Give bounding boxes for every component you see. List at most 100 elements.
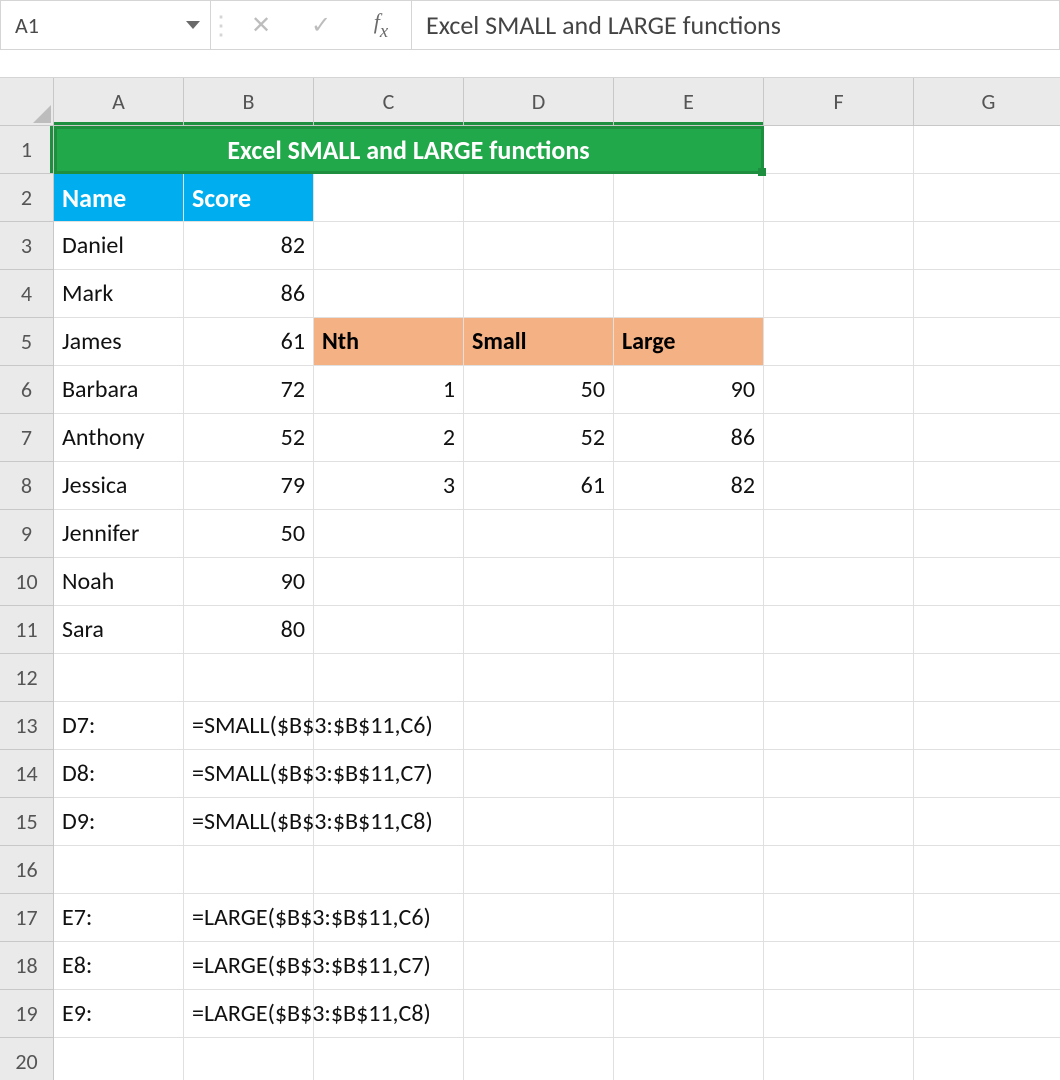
cell-F17[interactable] (764, 894, 914, 942)
cell-G8[interactable] (914, 462, 1060, 510)
cell-E16[interactable] (614, 846, 764, 894)
cell-F4[interactable] (764, 270, 914, 318)
row-header-13[interactable]: 13 (0, 702, 54, 750)
cell-D18[interactable] (464, 942, 614, 990)
cell-D4[interactable] (464, 270, 614, 318)
cell-F16[interactable] (764, 846, 914, 894)
col-header-E[interactable]: E (614, 78, 764, 126)
cell-A19[interactable]: E9: (54, 990, 184, 1038)
cell-B3[interactable]: 82 (184, 222, 314, 270)
cell-B13[interactable]: =SMALL($B$3:$B$11,C6) (184, 702, 314, 750)
cell-B15[interactable]: =SMALL($B$3:$B$11,C8) (184, 798, 314, 846)
row-header-6[interactable]: 6 (0, 366, 54, 414)
cell-E3[interactable] (614, 222, 764, 270)
cell-F15[interactable] (764, 798, 914, 846)
cell-C4[interactable] (314, 270, 464, 318)
cell-D16[interactable] (464, 846, 614, 894)
col-header-C[interactable]: C (314, 78, 464, 126)
cell-B16[interactable] (184, 846, 314, 894)
cell-D7[interactable]: 52 (464, 414, 614, 462)
row-header-18[interactable]: 18 (0, 942, 54, 990)
header-small[interactable]: Small (464, 318, 614, 366)
cell-G14[interactable] (914, 750, 1060, 798)
cell-G6[interactable] (914, 366, 1060, 414)
cell-F1[interactable] (764, 126, 914, 174)
cell-E15[interactable] (614, 798, 764, 846)
cell-E14[interactable] (614, 750, 764, 798)
row-header-2[interactable]: 2 (0, 174, 54, 222)
cell-A18[interactable]: E8: (54, 942, 184, 990)
cell-B9[interactable]: 50 (184, 510, 314, 558)
col-header-G[interactable]: G (914, 78, 1060, 126)
spreadsheet-grid[interactable]: A B C D E F G 1 Excel SMALL and LARGE fu… (0, 78, 1060, 1080)
cell-E9[interactable] (614, 510, 764, 558)
cell-C20[interactable] (314, 1038, 464, 1080)
cell-E4[interactable] (614, 270, 764, 318)
cell-F10[interactable] (764, 558, 914, 606)
cell-B12[interactable] (184, 654, 314, 702)
row-header-4[interactable]: 4 (0, 270, 54, 318)
cell-D6[interactable]: 50 (464, 366, 614, 414)
cell-G20[interactable] (914, 1038, 1060, 1080)
cell-F5[interactable] (764, 318, 914, 366)
cell-G3[interactable] (914, 222, 1060, 270)
cell-G17[interactable] (914, 894, 1060, 942)
col-header-B[interactable]: B (184, 78, 314, 126)
cell-C9[interactable] (314, 510, 464, 558)
cell-D13[interactable] (464, 702, 614, 750)
cell-D9[interactable] (464, 510, 614, 558)
cell-A20[interactable] (54, 1038, 184, 1080)
cell-D14[interactable] (464, 750, 614, 798)
cell-E20[interactable] (614, 1038, 764, 1080)
cell-C3[interactable] (314, 222, 464, 270)
cell-C6[interactable]: 1 (314, 366, 464, 414)
header-large[interactable]: Large (614, 318, 764, 366)
row-header-3[interactable]: 3 (0, 222, 54, 270)
cell-C7[interactable]: 2 (314, 414, 464, 462)
col-header-A[interactable]: A (54, 78, 184, 126)
cell-B6[interactable]: 72 (184, 366, 314, 414)
cell-A16[interactable] (54, 846, 184, 894)
cell-A3[interactable]: Daniel (54, 222, 184, 270)
cell-G5[interactable] (914, 318, 1060, 366)
row-header-12[interactable]: 12 (0, 654, 54, 702)
cell-F13[interactable] (764, 702, 914, 750)
cell-A11[interactable]: Sara (54, 606, 184, 654)
cell-F6[interactable] (764, 366, 914, 414)
cell-G15[interactable] (914, 798, 1060, 846)
formula-input[interactable]: Excel SMALL and LARGE functions (412, 1, 1059, 49)
cell-F14[interactable] (764, 750, 914, 798)
cell-G4[interactable] (914, 270, 1060, 318)
cell-A6[interactable]: Barbara (54, 366, 184, 414)
cell-C11[interactable] (314, 606, 464, 654)
cell-A12[interactable] (54, 654, 184, 702)
cell-A8[interactable]: Jessica (54, 462, 184, 510)
cell-D2[interactable] (464, 174, 614, 222)
cell-F9[interactable] (764, 510, 914, 558)
cell-E8[interactable]: 82 (614, 462, 764, 510)
cell-E2[interactable] (614, 174, 764, 222)
row-header-9[interactable]: 9 (0, 510, 54, 558)
cell-A5[interactable]: James (54, 318, 184, 366)
col-header-F[interactable]: F (764, 78, 914, 126)
row-header-8[interactable]: 8 (0, 462, 54, 510)
row-header-11[interactable]: 11 (0, 606, 54, 654)
select-all-corner[interactable] (0, 78, 54, 126)
cell-D3[interactable] (464, 222, 614, 270)
cell-G12[interactable] (914, 654, 1060, 702)
cell-B19[interactable]: =LARGE($B$3:$B$11,C8) (184, 990, 314, 1038)
cell-F8[interactable] (764, 462, 914, 510)
cell-B10[interactable]: 90 (184, 558, 314, 606)
cell-F18[interactable] (764, 942, 914, 990)
cell-E7[interactable]: 86 (614, 414, 764, 462)
cell-C8[interactable]: 3 (314, 462, 464, 510)
cell-E10[interactable] (614, 558, 764, 606)
row-header-10[interactable]: 10 (0, 558, 54, 606)
cell-G11[interactable] (914, 606, 1060, 654)
cell-C16[interactable] (314, 846, 464, 894)
cell-B17[interactable]: =LARGE($B$3:$B$11,C6) (184, 894, 314, 942)
row-header-14[interactable]: 14 (0, 750, 54, 798)
cell-B11[interactable]: 80 (184, 606, 314, 654)
cell-D10[interactable] (464, 558, 614, 606)
cell-E19[interactable] (614, 990, 764, 1038)
